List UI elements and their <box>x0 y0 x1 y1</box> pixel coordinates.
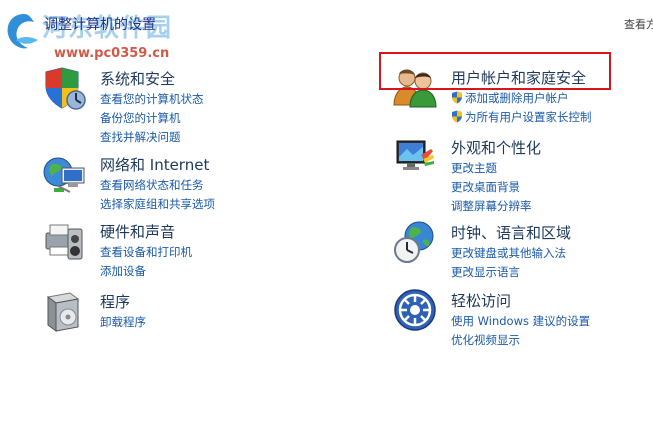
category-title[interactable]: 硬件和声音 <box>100 221 175 242</box>
link-change-theme[interactable]: 更改主题 <box>451 159 532 178</box>
category-title[interactable]: 程序 <box>100 291 130 312</box>
link-find-fix-problems[interactable]: 查找并解决问题 <box>100 128 204 147</box>
category-title[interactable]: 外观和个性化 <box>451 137 541 158</box>
category-title[interactable]: 时钟、语言和区域 <box>451 222 571 243</box>
clock-globe-icon <box>394 221 434 263</box>
link-change-keyboard-input[interactable]: 更改键盘或其他输入法 <box>451 244 566 263</box>
link-uninstall-program[interactable]: 卸载程序 <box>100 313 146 332</box>
link-homegroup-sharing[interactable]: 选择家庭组和共享选项 <box>100 195 215 214</box>
link-adjust-resolution[interactable]: 调整屏幕分辨率 <box>451 197 532 216</box>
uac-shield-icon <box>452 91 462 104</box>
link-view-devices-printers[interactable]: 查看设备和打印机 <box>100 243 192 262</box>
appearance-monitor-icon <box>396 140 434 170</box>
link-view-network-status[interactable]: 查看网络状态和任务 <box>100 176 215 195</box>
link-label: 添加或删除用户帐户 <box>465 91 569 105</box>
link-backup-computer[interactable]: 备份您的计算机 <box>100 109 204 128</box>
link-change-display-language[interactable]: 更改显示语言 <box>451 263 566 282</box>
link-optimize-visual-display[interactable]: 优化视频显示 <box>451 331 590 350</box>
category-title[interactable]: 系统和安全 <box>100 68 175 89</box>
link-change-desktop-background[interactable]: 更改桌面背景 <box>451 178 532 197</box>
ease-of-access-icon <box>394 289 436 331</box>
link-add-remove-user-accounts[interactable]: 添加或删除用户帐户 <box>451 89 592 108</box>
page-title: 调整计算机的设置 <box>44 17 156 33</box>
highlight-box <box>379 52 611 90</box>
programs-box-icon <box>46 292 80 332</box>
link-use-windows-suggested-settings[interactable]: 使用 Windows 建议的设置 <box>451 312 590 331</box>
category-title[interactable]: 轻松访问 <box>451 290 511 311</box>
uac-shield-icon <box>452 110 462 123</box>
category-title[interactable]: 网络和 Internet <box>100 154 209 175</box>
security-shield-icon <box>45 67 86 110</box>
watermark: 河东软件园 www.pc0359.cn <box>0 0 240 70</box>
network-globe-icon <box>43 157 85 193</box>
view-by-link[interactable]: 查看方 <box>624 16 653 32</box>
printer-sound-icon <box>45 224 83 260</box>
watermark-url: www.pc0359.cn <box>54 46 170 61</box>
watermark-logo-icon <box>7 14 38 49</box>
link-add-device[interactable]: 添加设备 <box>100 262 192 281</box>
link-label: 为所有用户设置家长控制 <box>465 110 592 124</box>
link-view-computer-status[interactable]: 查看您的计算机状态 <box>100 90 204 109</box>
link-parental-controls[interactable]: 为所有用户设置家长控制 <box>451 108 592 127</box>
